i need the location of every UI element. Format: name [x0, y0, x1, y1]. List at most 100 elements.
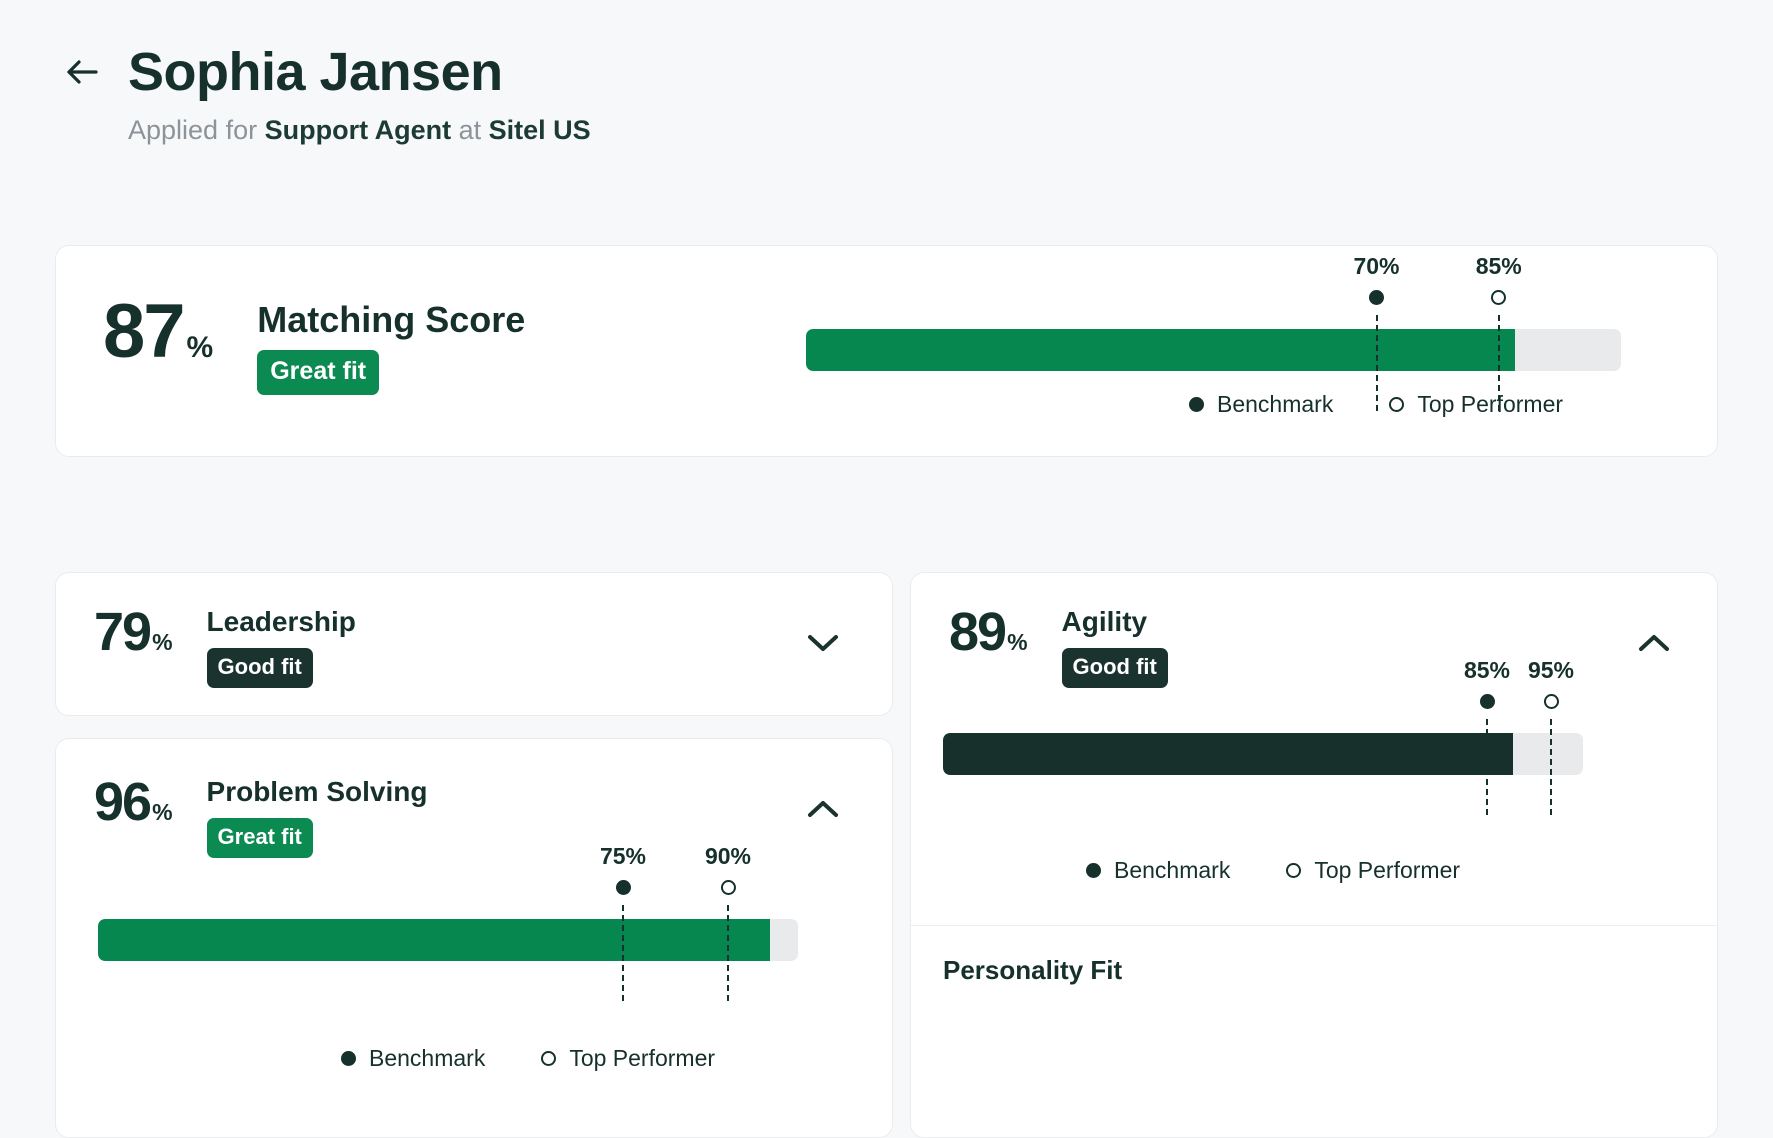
hollow-circle-icon: [1491, 290, 1506, 305]
problem-solving-score-value: 96 %: [94, 775, 173, 829]
chevron-up-icon: [807, 799, 839, 822]
problem-solving-top-performer-label: 90%: [705, 845, 751, 868]
problem-solving-gauge: 75% 90%: [98, 919, 798, 961]
agility-benchmark-marker: 85%: [1464, 659, 1510, 709]
problem-solving-gauge-track: [98, 919, 798, 961]
problem-solving-legend: Benchmark Top Performer: [341, 1045, 715, 1072]
agility-gauge: 85% 95%: [943, 733, 1583, 775]
leadership-card[interactable]: 79 % Leadership Good fit: [55, 572, 893, 716]
matching-top-performer-label: 85%: [1476, 255, 1522, 278]
page-header: Sophia Jansen Applied for Support Agent …: [0, 0, 1773, 148]
matching-label-block: Matching Score Great fit: [257, 294, 525, 395]
page-title: Sophia Jansen: [128, 44, 503, 101]
problem-solving-card[interactable]: 96 % Problem Solving Great fit 75% 90%: [55, 738, 893, 1138]
matching-score-value: 87 %: [103, 294, 213, 370]
matching-score-row: 87 % Matching Score Great fit: [103, 294, 525, 395]
matching-benchmark-label: 70%: [1353, 255, 1399, 278]
legend-benchmark: Benchmark: [341, 1045, 485, 1072]
agility-label-block: Agility Good fit: [1062, 605, 1168, 688]
legend-benchmark-label: Benchmark: [1114, 857, 1230, 884]
filled-circle-icon: [1479, 694, 1494, 709]
agility-divider: [911, 925, 1717, 926]
agility-score-percent: %: [1007, 631, 1027, 654]
legend-top-performer-label: Top Performer: [1314, 857, 1460, 884]
legend-benchmark-label: Benchmark: [1217, 391, 1333, 418]
leadership-expand-toggle[interactable]: [800, 621, 846, 667]
filled-circle-icon: [615, 880, 630, 895]
matching-legend: Benchmark Top Performer: [1189, 391, 1563, 418]
problem-solving-label-block: Problem Solving Great fit: [207, 775, 428, 858]
problem-solving-score-percent: %: [152, 801, 172, 824]
hollow-circle-icon: [720, 880, 735, 895]
hollow-circle-icon: [1543, 694, 1558, 709]
agility-fit-badge: Good fit: [1062, 648, 1168, 688]
problem-solving-gauge-fill: [98, 919, 770, 961]
legend-top-performer-label: Top Performer: [1417, 391, 1563, 418]
matching-top-performer-marker: 85%: [1476, 255, 1522, 305]
agility-score-value: 89 %: [949, 605, 1028, 659]
leadership-score-number: 79: [94, 605, 150, 659]
subtitle-role: Support Agent: [265, 115, 451, 145]
problem-solving-fit-badge: Great fit: [207, 818, 313, 858]
chevron-up-icon: [1638, 633, 1670, 656]
agility-metric-name: Agility: [1062, 607, 1168, 638]
subtitle-company: Sitel US: [489, 115, 591, 145]
leadership-score-percent: %: [152, 631, 172, 654]
subtitle-at-text: at: [451, 115, 489, 145]
filled-circle-icon: [1086, 863, 1101, 878]
legend-top-performer: Top Performer: [1286, 857, 1460, 884]
problem-solving-score-number: 96: [94, 775, 150, 829]
chevron-down-icon: [807, 633, 839, 656]
leadership-label-block: Leadership Good fit: [207, 605, 356, 688]
matching-metric-name: Matching Score: [257, 300, 525, 340]
legend-benchmark: Benchmark: [1086, 857, 1230, 884]
hollow-circle-icon: [1286, 863, 1301, 878]
legend-benchmark-label: Benchmark: [369, 1045, 485, 1072]
problem-solving-collapse-toggle[interactable]: [800, 787, 846, 833]
problem-solving-top-performer-stem: [727, 905, 729, 1001]
agility-gauge-fill: [943, 733, 1513, 775]
matching-score-number: 87: [103, 294, 184, 370]
leadership-metric-name: Leadership: [207, 607, 356, 638]
leadership-score-row: 79 % Leadership Good fit: [94, 605, 356, 688]
agility-score-number: 89: [949, 605, 1005, 659]
filled-circle-icon: [1369, 290, 1384, 305]
problem-solving-top-performer-marker: 90%: [705, 845, 751, 895]
arrow-left-icon: [65, 57, 99, 87]
hollow-circle-icon: [1389, 397, 1404, 412]
agility-card[interactable]: 89 % Agility Good fit 85% 95%: [910, 572, 1718, 1138]
matching-benchmark-marker: 70%: [1353, 255, 1399, 305]
hollow-circle-icon: [541, 1051, 556, 1066]
problem-solving-metric-name: Problem Solving: [207, 777, 428, 808]
problem-solving-score-row: 96 % Problem Solving Great fit: [94, 775, 427, 858]
legend-top-performer: Top Performer: [1389, 391, 1563, 418]
back-button[interactable]: [62, 52, 102, 92]
problem-solving-benchmark-label: 75%: [600, 845, 646, 868]
filled-circle-icon: [1189, 397, 1204, 412]
agility-top-performer-label: 95%: [1528, 659, 1574, 682]
personality-fit-heading: Personality Fit: [943, 955, 1122, 986]
agility-benchmark-label: 85%: [1464, 659, 1510, 682]
applied-subtitle: Applied for Support Agent at Sitel US: [128, 113, 1773, 148]
agility-legend: Benchmark Top Performer: [1086, 857, 1460, 884]
problem-solving-benchmark-marker: 75%: [600, 845, 646, 895]
agility-score-row: 89 % Agility Good fit: [949, 605, 1168, 688]
problem-solving-benchmark-stem: [622, 905, 624, 1001]
matching-fit-badge: Great fit: [257, 350, 379, 395]
filled-circle-icon: [341, 1051, 356, 1066]
matching-score-gauge: 70% 85%: [806, 329, 1621, 371]
legend-benchmark: Benchmark: [1189, 391, 1333, 418]
agility-top-performer-marker: 95%: [1528, 659, 1574, 709]
matching-score-card: 87 % Matching Score Great fit 70% 85% Be…: [55, 245, 1718, 457]
leadership-fit-badge: Good fit: [207, 648, 313, 688]
agility-collapse-toggle[interactable]: [1631, 621, 1677, 667]
agility-benchmark-stem: [1486, 719, 1488, 815]
matching-score-percent: %: [187, 333, 214, 363]
matching-gauge-fill: [806, 329, 1515, 371]
leadership-score-value: 79 %: [94, 605, 173, 659]
legend-top-performer: Top Performer: [541, 1045, 715, 1072]
legend-top-performer-label: Top Performer: [569, 1045, 715, 1072]
agility-top-performer-stem: [1550, 719, 1552, 815]
title-row: Sophia Jansen: [62, 44, 1773, 101]
subtitle-applied-text: Applied for: [128, 115, 265, 145]
